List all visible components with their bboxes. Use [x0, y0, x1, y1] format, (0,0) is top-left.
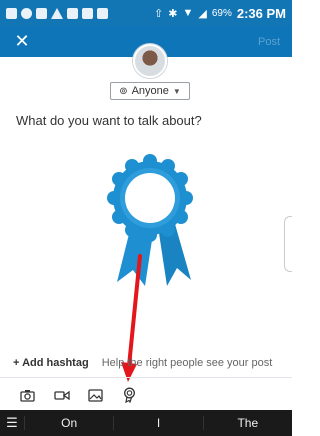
- post-text-input[interactable]: What do you want to talk about?: [16, 113, 202, 128]
- hashtag-helper-text: Help the right people see your post: [101, 357, 273, 369]
- video-icon[interactable]: [53, 387, 70, 404]
- nav-segment[interactable]: The: [202, 416, 292, 430]
- post-button[interactable]: Post: [258, 36, 280, 48]
- nfc-icon: [82, 7, 93, 19]
- add-hashtag-button[interactable]: + Add hashtag: [13, 357, 89, 369]
- hashtag-row: + Add hashtag Help the right people see …: [0, 352, 292, 374]
- status-bar: ⇧ ✱ ▼ ◢ 69% 2:36 PM: [0, 0, 292, 26]
- signal-icon: ◢: [198, 7, 207, 20]
- visibility-label: Anyone: [131, 85, 169, 97]
- message-icon: [6, 7, 17, 19]
- gallery-icon: [36, 7, 47, 19]
- avatar: [133, 44, 167, 78]
- nav-segment[interactable]: I: [113, 416, 202, 430]
- chevron-down-icon: ▼: [172, 86, 181, 96]
- visibility-selector[interactable]: ⊚ Anyone ▼: [110, 82, 190, 100]
- menu-icon[interactable]: ☰: [0, 415, 24, 431]
- composer-toolbar: [0, 384, 292, 406]
- alert-icon: [21, 7, 32, 19]
- upload-icon: ⇧: [154, 7, 164, 20]
- system-status: ⇧ ✱ ▼ ◢ 69% 2:36 PM: [154, 6, 286, 21]
- side-drawer-handle[interactable]: [284, 216, 292, 272]
- divider: [0, 377, 292, 378]
- camera-icon[interactable]: [19, 387, 36, 404]
- bottom-nav-bar: ☰ On I The: [0, 410, 292, 436]
- notification-icons: [6, 7, 108, 19]
- nav-segment[interactable]: On: [24, 416, 113, 430]
- celebration-ribbon-icon: [107, 154, 193, 286]
- clock: 2:36 PM: [236, 5, 286, 21]
- wifi-icon: ▼: [182, 7, 194, 19]
- celebrate-icon[interactable]: [121, 387, 138, 404]
- bluetooth-icon: ✱: [168, 7, 178, 20]
- image-icon[interactable]: [87, 387, 104, 404]
- tool-icon: [97, 7, 108, 19]
- close-button[interactable]: ✕: [12, 31, 32, 52]
- globe-icon: ⊚: [119, 85, 128, 97]
- email-icon: [67, 7, 78, 19]
- battery-level: 69%: [211, 7, 232, 19]
- warning-icon: [51, 7, 63, 19]
